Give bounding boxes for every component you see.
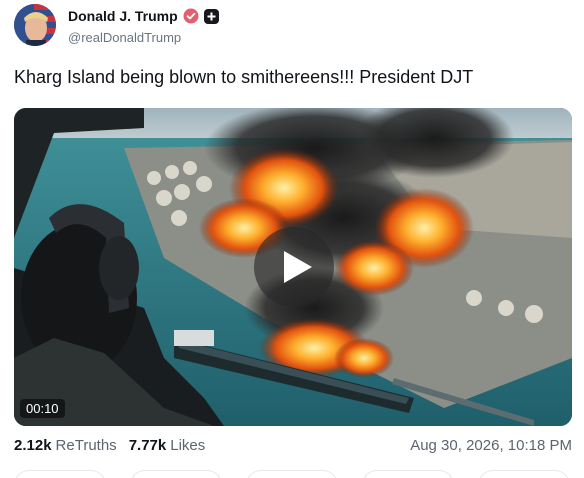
author-name-row: Donald J. Trump (68, 8, 219, 24)
author-display-name[interactable]: Donald J. Trump (68, 8, 178, 24)
author-handle[interactable]: @realDonaldTrump (68, 30, 181, 45)
more-button[interactable] (478, 470, 570, 478)
verified-badge-icon (183, 8, 199, 24)
retruths-stat[interactable]: 2.12k ReTruths (14, 437, 117, 454)
video-duration: 00:10 (20, 399, 65, 418)
share-button[interactable] (362, 470, 454, 478)
post-timestamp[interactable]: Aug 30, 2026, 10:18 PM (410, 437, 572, 454)
post-header: Donald J. Trump @realDonaldTrump (14, 4, 570, 48)
play-button[interactable] (254, 227, 334, 307)
likes-label: Likes (170, 437, 206, 454)
video-player[interactable]: 00:10 (14, 108, 572, 426)
retruths-count: 2.12k (14, 437, 52, 454)
likes-count: 7.77k (128, 437, 167, 454)
action-bar (14, 470, 570, 478)
author-avatar[interactable] (14, 4, 56, 46)
reply-button[interactable] (14, 470, 106, 478)
post-text: Kharg Island being blown to smithereens!… (14, 67, 474, 87)
plus-badge-icon (203, 8, 219, 24)
retruths-label: ReTruths (55, 437, 117, 454)
engagement-stats: 2.12k ReTruths 7.77k Likes (14, 437, 217, 454)
play-icon (284, 251, 312, 283)
likes-stat[interactable]: 7.77k Likes (129, 437, 206, 454)
retruth-button[interactable] (130, 470, 222, 478)
like-button[interactable] (246, 470, 338, 478)
